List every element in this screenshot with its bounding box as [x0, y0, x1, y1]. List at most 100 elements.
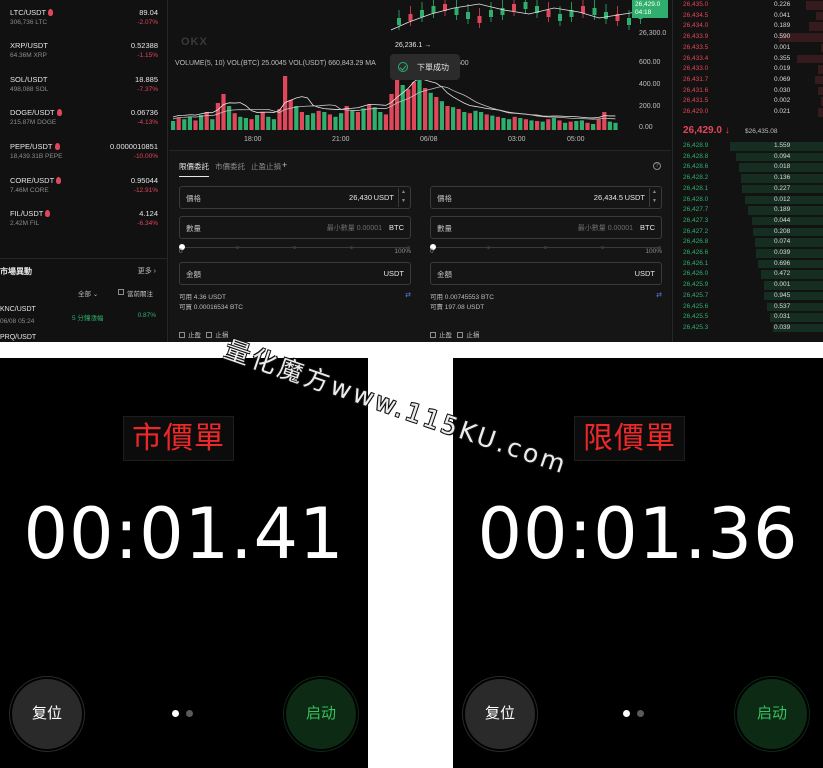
bid-row[interactable]: 26,428.8 0.094: [673, 152, 823, 163]
filter-all-dropdown[interactable]: 全部 ⌄: [78, 288, 98, 298]
sell-amount-field[interactable]: 金額 USDT: [430, 262, 662, 285]
bid-row[interactable]: 26,428.9 1.559: [673, 141, 823, 152]
market-row[interactable]: FIL/USDT 2.42M FIL 4.124 -6.34%: [0, 205, 168, 239]
bid-row[interactable]: 26,426.1 0.696: [673, 259, 823, 270]
transfer-icon[interactable]: ⇄: [656, 291, 662, 299]
ask-row[interactable]: 26,433.5 0.001: [673, 43, 823, 54]
tab-tp-sl[interactable]: 止盈止損: [251, 161, 281, 172]
bid-row[interactable]: 26,426.0 0.472: [673, 269, 823, 280]
ob-price: 26,428.2: [683, 174, 709, 182]
ask-row[interactable]: 26,433.0 0.019: [673, 64, 823, 75]
add-tab-icon[interactable]: +: [282, 160, 287, 170]
help-icon[interactable]: ?: [653, 162, 661, 170]
ob-size: 0.537: [774, 302, 791, 310]
bid-row[interactable]: 26,425.6 0.537: [673, 302, 823, 313]
chevron-up-icon[interactable]: ▲: [650, 188, 659, 197]
slider-stop[interactable]: [293, 246, 296, 249]
bid-row[interactable]: 26,428.1 0.227: [673, 184, 823, 195]
buy-price-field[interactable]: 價格 26,430 USDT ▲ ▼: [179, 186, 411, 209]
ask-row[interactable]: 26,429.0 0.021: [673, 107, 823, 118]
mover-row[interactable]: KNC/USDT 06/08 05:24 5 分鐘漲幅 0.87%: [0, 302, 168, 332]
movers-more-link[interactable]: 更多 ›: [138, 266, 156, 276]
market-row[interactable]: XRP/USDT 64.36M XRP 0.52388 -1.15%: [0, 37, 168, 71]
bid-row[interactable]: 26,428.0 0.012: [673, 195, 823, 206]
bid-row[interactable]: 26,427.2 0.208: [673, 227, 823, 238]
reset-button[interactable]: 复位: [12, 679, 82, 749]
volume-bar: [417, 76, 422, 130]
tab-market-order[interactable]: 市價委託: [215, 161, 245, 172]
coin-pair: XRP/USDT: [10, 41, 48, 50]
bid-row[interactable]: 26,427.7 0.189: [673, 205, 823, 216]
buy-slider[interactable]: [179, 242, 411, 256]
depth-bar: [758, 259, 823, 269]
ob-size: 0.012: [774, 195, 791, 203]
bid-row[interactable]: 26,425.7 0.945: [673, 291, 823, 302]
buy-qty-field[interactable]: 數量 最小數量 0.00001 BTC: [179, 216, 411, 239]
market-row[interactable]: PEPE/USDT 18,439.31B PEPE 0.0000010851 -10.…: [0, 138, 168, 172]
ask-row[interactable]: 26,434.0 0.189: [673, 21, 823, 32]
take-profit-checkbox[interactable]: [430, 332, 436, 338]
bid-row[interactable]: 26,425.5 0.031: [673, 312, 823, 323]
coin-pair: DOGE/USDT: [10, 108, 62, 117]
field-label: 數量: [437, 224, 452, 233]
price-stepper[interactable]: ▲ ▼: [398, 188, 408, 207]
slider-stop[interactable]: [350, 246, 353, 249]
chevron-down-icon[interactable]: ▼: [650, 197, 659, 206]
filter-fav-checkbox[interactable]: [118, 289, 124, 295]
volume-bar: [383, 114, 388, 130]
take-profit-checkbox[interactable]: [179, 332, 185, 338]
volume-bar: [529, 120, 534, 130]
market-row[interactable]: SOL/USDT 498,088 SOL 18.885 -7.37%: [0, 71, 168, 105]
bid-row[interactable]: 26,428.2 0.136: [673, 173, 823, 184]
slider-stop[interactable]: [236, 246, 239, 249]
start-button[interactable]: 启动: [286, 679, 356, 749]
bid-row[interactable]: 26,426.6 0.039: [673, 248, 823, 259]
slider-stop[interactable]: [487, 246, 490, 249]
ob-size: 0.472: [774, 270, 791, 278]
tab-limit-order[interactable]: 限價委託: [179, 161, 209, 177]
volume-bar: [171, 121, 176, 130]
ask-row[interactable]: 26,431.5 0.002: [673, 96, 823, 107]
ask-row[interactable]: 26,434.5 0.041: [673, 11, 823, 22]
market-row[interactable]: DOGE/USDT 215.87M DOGE 0.06736 -4.13%: [0, 104, 168, 138]
sell-price-field[interactable]: 價格 26,434.5 USDT ▲ ▼: [430, 186, 662, 209]
bid-row[interactable]: 26,425.3 0.039: [673, 323, 823, 334]
sell-slider[interactable]: [430, 242, 662, 256]
coin-volume: 18,439.31B PEPE: [10, 153, 63, 160]
bid-row[interactable]: 26,428.6 0.018: [673, 162, 823, 173]
volume-bar: [227, 106, 232, 130]
ask-row[interactable]: 26,433.9 0.590: [673, 32, 823, 43]
bid-row[interactable]: 26,427.3 0.044: [673, 216, 823, 227]
ask-row[interactable]: 26,431.7 0.069: [673, 75, 823, 86]
chevron-down-icon[interactable]: ▼: [399, 197, 408, 206]
chevron-up-icon[interactable]: ▲: [399, 188, 408, 197]
volume-bar: [378, 112, 383, 130]
filter-fav-label: 當前關注: [127, 291, 153, 298]
ask-row[interactable]: 26,435.0 0.226: [673, 0, 823, 11]
ask-row[interactable]: 26,431.6 0.030: [673, 86, 823, 97]
market-row[interactable]: CORE/USDT 7.46M CORE 0.95044 -12.91%: [0, 172, 168, 206]
volume-bar: [518, 118, 523, 130]
price-stepper[interactable]: ▲ ▼: [649, 188, 659, 207]
bid-row[interactable]: 26,426.8 0.074: [673, 237, 823, 248]
x-axis-tick: 06/08: [420, 136, 438, 143]
reset-button[interactable]: 复位: [465, 679, 535, 749]
slider-stop[interactable]: [544, 246, 547, 249]
ob-price: 26,434.0: [683, 22, 709, 30]
volume-bar: [389, 94, 394, 130]
ask-row[interactable]: 26,433.4 0.355: [673, 54, 823, 65]
price-chart[interactable]: OKX 26,236.1 → VOLUME(5, 10) VOL(BTC) 25…: [169, 0, 671, 148]
ob-size: 0.001: [774, 281, 791, 289]
x-axis-tick: 05:00: [567, 136, 585, 143]
buy-amount-field[interactable]: 金額 USDT: [179, 262, 411, 285]
transfer-icon[interactable]: ⇄: [405, 291, 411, 299]
stop-loss-checkbox[interactable]: [206, 332, 213, 338]
volume-bar: [445, 106, 450, 130]
slider-stop[interactable]: [601, 246, 604, 249]
market-row[interactable]: LTC/USDT 306,736 LTC 89.04 -2.07%: [0, 4, 168, 38]
sell-qty-field[interactable]: 數量 最小數量 0.00001 BTC: [430, 216, 662, 239]
stop-loss-label: 止損: [215, 332, 229, 339]
bid-row[interactable]: 26,425.9 0.001: [673, 280, 823, 291]
stop-loss-checkbox[interactable]: [457, 332, 464, 338]
start-button[interactable]: 启动: [737, 679, 807, 749]
